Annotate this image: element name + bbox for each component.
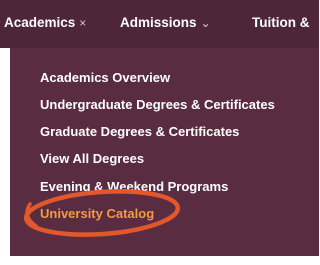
menu-item-university-catalog[interactable]: University Catalog (40, 206, 154, 222)
menu-item-undergraduate-degrees[interactable]: Undergraduate Degrees & Certificates (40, 97, 275, 113)
menu-item-graduate-degrees[interactable]: Graduate Degrees & Certificates (40, 124, 239, 140)
main-navigation: Academics × Admissions ⌄ Tuition & (0, 0, 319, 48)
menu-item-academics-overview[interactable]: Academics Overview (40, 70, 170, 86)
page-frame: Academics × Admissions ⌄ Tuition & Academi… (0, 0, 319, 265)
nav-item-label: Tuition & (252, 15, 310, 30)
nav-item-label: Admissions (120, 15, 197, 30)
nav-item-admissions[interactable]: Admissions ⌄ (120, 15, 211, 31)
academics-dropdown-menu: Academics Overview Undergraduate Degrees… (10, 48, 319, 256)
nav-item-academics[interactable]: Academics × (4, 15, 86, 31)
chevron-down-icon: ⌄ (200, 16, 211, 30)
menu-item-evening-weekend-programs[interactable]: Evening & Weekend Programs (40, 179, 228, 195)
nav-item-label: Academics (4, 15, 76, 30)
close-icon[interactable]: × (79, 16, 86, 30)
nav-item-tuition[interactable]: Tuition & (252, 15, 309, 31)
menu-item-view-all-degrees[interactable]: View All Degrees (40, 151, 144, 167)
